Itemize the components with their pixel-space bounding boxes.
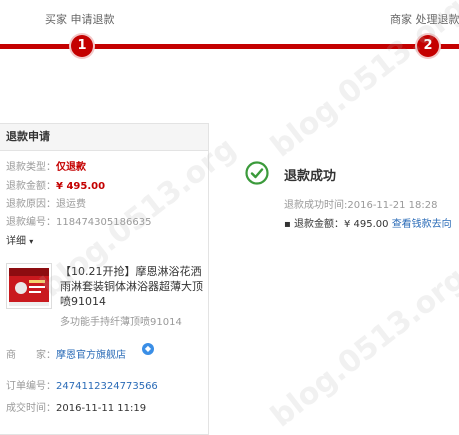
summary-amount-value: ¥ 495.00 bbox=[343, 219, 389, 230]
refund-amount-row: 退款金额：¥ 495.00 bbox=[6, 177, 105, 192]
summary-amount-label: 退款金额： bbox=[293, 219, 344, 230]
deal-time-value: 2016-11-11 11:19 bbox=[56, 403, 147, 414]
step-2-circle: 2 bbox=[417, 35, 439, 57]
deal-time-row: 成交时间：2016-11-11 11:19 bbox=[6, 399, 146, 414]
chat-icon[interactable]: ◆ bbox=[142, 343, 154, 355]
refund-type-value: 仅退款 bbox=[56, 162, 86, 173]
refund-success-title: 退款成功 bbox=[284, 169, 337, 184]
success-time-value: 2016-11-21 18:28 bbox=[347, 200, 438, 211]
bullet-icon: ▪ bbox=[284, 219, 294, 230]
refund-reason-value: 退运费 bbox=[56, 199, 86, 210]
watermark-text: blog.0513.org bbox=[264, 260, 459, 435]
refund-reason-label: 退款原因： bbox=[6, 199, 56, 210]
refund-amount-value: ¥ 495.00 bbox=[56, 181, 106, 192]
refund-amount-label: 退款金额： bbox=[6, 181, 56, 192]
refund-number-value: 118474305186635 bbox=[56, 217, 152, 228]
chevron-down-icon: ▾ bbox=[29, 237, 34, 246]
deal-time-label: 成交时间： bbox=[6, 403, 56, 414]
success-time-label: 退款成功时间: bbox=[284, 200, 348, 211]
step-1-label: 买家 申请退款 bbox=[45, 13, 115, 26]
refund-number-row: 退款编号：118474305186635 bbox=[6, 213, 151, 228]
refund-success-time: 退款成功时间:2016-11-21 18:28 bbox=[284, 196, 438, 211]
order-number-row: 订单编号：2474112324773566 bbox=[6, 377, 158, 392]
check-circle-icon bbox=[245, 161, 269, 185]
refund-reason-row: 退款原因：退运费 bbox=[6, 195, 86, 210]
order-number-label: 订单编号： bbox=[6, 381, 56, 392]
seller-row: 商 家：摩恩官方旗舰店 bbox=[6, 346, 126, 361]
refund-panel-title: 退款申请 bbox=[0, 124, 208, 151]
details-toggle[interactable]: 详细 ▾ bbox=[6, 232, 33, 247]
seller-link[interactable]: 摩恩官方旗舰店 bbox=[56, 350, 126, 361]
details-link[interactable]: 详细 bbox=[6, 236, 26, 247]
step-2-label: 商家 处理退款 bbox=[390, 13, 459, 26]
product-thumbnail[interactable] bbox=[6, 263, 52, 309]
order-number-link[interactable]: 2474112324773566 bbox=[56, 381, 158, 392]
product-title-link[interactable]: 【10.21开抢】摩恩淋浴花洒雨淋套装铜体淋浴器超薄大顶喷91014 bbox=[60, 264, 206, 309]
product-image-icon bbox=[7, 264, 51, 308]
refund-number-label: 退款编号： bbox=[6, 217, 56, 228]
product-subtitle: 多功能手持纤薄顶喷91014 bbox=[60, 317, 182, 328]
refund-amount-summary: ▪ 退款金额：¥ 495.00 查看钱款去向 bbox=[284, 215, 452, 230]
step-1-circle: 1 bbox=[71, 35, 93, 57]
refund-type-row: 退款类型：仅退款 bbox=[6, 158, 86, 173]
view-funds-link[interactable]: 查看钱款去向 bbox=[392, 219, 452, 230]
seller-label: 商 家： bbox=[6, 350, 56, 361]
progress-track bbox=[0, 44, 459, 49]
refund-type-label: 退款类型： bbox=[6, 162, 56, 173]
